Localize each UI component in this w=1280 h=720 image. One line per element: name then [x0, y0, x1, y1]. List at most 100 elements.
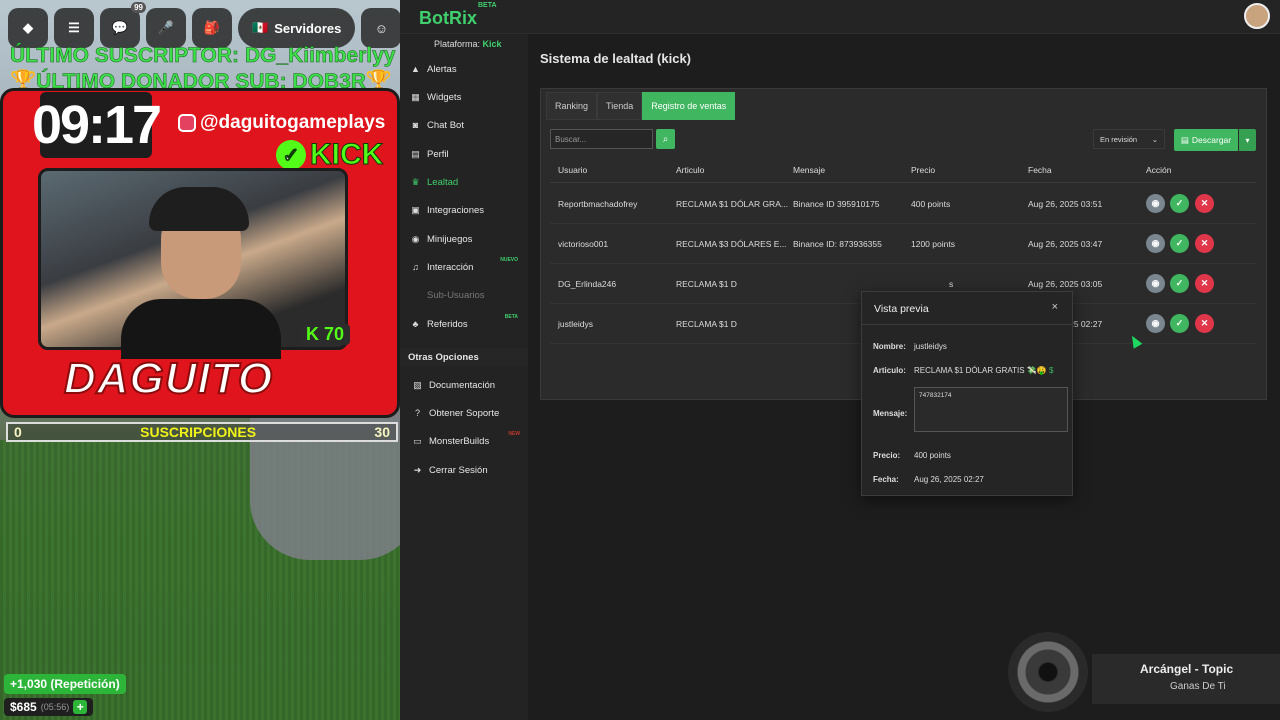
search-button[interactable]: ⌕	[656, 129, 675, 149]
table-row: Reportbmachadofrey RECLAMA $1 DÓLAR GRA.…	[550, 184, 1256, 224]
cell-price: 1200 points	[911, 239, 955, 249]
backpack-button[interactable]: 🎒	[192, 8, 232, 48]
track-title: Arcángel - Topic	[1140, 662, 1234, 676]
approve-button[interactable]: ✓	[1170, 274, 1189, 293]
modal-price-value: 400 points	[914, 451, 951, 460]
close-icon: ✕	[1200, 198, 1209, 208]
cell-price: 400 points	[911, 199, 951, 209]
reject-button[interactable]: ✕	[1195, 194, 1214, 213]
close-modal-button[interactable]: ×	[1052, 301, 1058, 313]
reject-button[interactable]: ✕	[1195, 314, 1214, 333]
tab-tienda[interactable]: Tienda	[597, 92, 643, 120]
sidebar-item-interaccion[interactable]: ♫ Interacción NUEVO	[410, 257, 528, 277]
sidebar-item-label: Sub-Usuarios	[427, 289, 485, 301]
sidebar-item-integraciones[interactable]: ▣ Integraciones	[410, 200, 528, 220]
approve-button[interactable]: ✓	[1170, 234, 1189, 253]
sidebar-item-monsterbuilds[interactable]: ▭ MonsterBuilds NEW	[412, 431, 530, 451]
chevron-down-icon: ⌄	[1151, 134, 1158, 144]
last-subscriber-ticker: ÚLTIMO SUSCRIPTOR: DG_Kiimberlyy	[10, 44, 396, 68]
sidebar-item-label: Widgets	[427, 91, 462, 103]
balance-display: $685 (05:56) +	[4, 698, 94, 716]
servers-label: Servidores	[274, 20, 342, 36]
modal-name-label: Nombre:	[873, 342, 906, 351]
approve-button[interactable]: ✓	[1170, 314, 1189, 333]
track-artist: Ganas De Ti	[1170, 681, 1226, 692]
column-header[interactable]: Fecha	[1028, 165, 1052, 175]
sidebar-item-alertas[interactable]: ▲ Alertas	[410, 59, 528, 79]
sidebar-item-documentacion[interactable]: ▧ Documentación	[412, 375, 530, 395]
user-avatar[interactable]	[1244, 3, 1270, 29]
roblox-logo-button[interactable]: ◆	[8, 8, 48, 48]
gamepad-icon: ◉	[411, 233, 420, 244]
instagram-handle: @daguitogameplays	[178, 112, 385, 134]
sidebar-item-lealtad[interactable]: ♛ Lealtad	[410, 172, 528, 192]
cell-user: victorioso001	[558, 239, 609, 249]
preview-modal: Vista previa × Nombre: justleidys Articu…	[861, 291, 1073, 496]
column-header[interactable]: Precio	[911, 165, 935, 175]
download-options-button[interactable]: ▾	[1239, 129, 1256, 151]
reject-button[interactable]: ✕	[1195, 234, 1214, 253]
sidebar-item-obtener-soporte[interactable]: ? Obtener Soporte	[412, 403, 530, 423]
help-icon: ?	[414, 408, 420, 418]
check-icon: ✓	[1175, 278, 1184, 288]
sidebar-item-label: Cerrar Sesión	[429, 464, 488, 476]
sidebar-item-minijuegos[interactable]: ◉ Minijuegos	[410, 229, 528, 249]
tab-ranking[interactable]: Ranking	[546, 92, 598, 120]
music-icon: ♫	[412, 262, 419, 272]
webcam-feed	[38, 168, 348, 359]
cell-item: RECLAMA $3 DÓLARES E...	[676, 239, 787, 249]
sidebar-item-sub-usuarios[interactable]: Sub-Usuarios	[410, 285, 528, 305]
eye-icon: ◉	[1151, 278, 1160, 288]
modal-message-textarea[interactable]: 747832174	[914, 387, 1068, 432]
search-input[interactable]: Buscar...	[550, 129, 653, 149]
grid-icon: ▦	[411, 91, 420, 102]
balance-time: (05:56)	[40, 702, 70, 712]
approve-button[interactable]: ✓	[1170, 194, 1189, 213]
check-icon: ✓	[1175, 318, 1184, 328]
modal-date-label: Fecha:	[873, 475, 899, 484]
view-button[interactable]: ◉	[1146, 314, 1165, 333]
view-button[interactable]: ◉	[1146, 274, 1165, 293]
modal-item-label: Articulo:	[873, 366, 906, 375]
kick-count: 70	[324, 324, 345, 344]
sidebar: Plataforma: Kick ▲ Alertas ▦ Widgets ◙ Chat…	[400, 34, 528, 720]
chevron-down-icon: ▾	[1245, 135, 1250, 145]
servers-button[interactable]: 🇲🇽 Servidores	[238, 8, 356, 48]
sidebar-item-chat-bot[interactable]: ◙ Chat Bot	[410, 115, 528, 135]
menu-button[interactable]: ☰	[54, 8, 94, 48]
sidebar-item-label: Chat Bot	[427, 119, 464, 131]
mic-icon[interactable]: 🎤	[146, 8, 186, 48]
download-button[interactable]: ▤ Descargar	[1174, 129, 1238, 151]
sub-goal-min: 0	[14, 424, 22, 440]
botrix-logo[interactable]: BotRixBETA	[419, 2, 497, 29]
view-button[interactable]: ◉	[1146, 234, 1165, 253]
column-header[interactable]: Mensaje	[793, 165, 825, 175]
chat-button[interactable]: 💬 99	[100, 2, 146, 48]
add-balance-button[interactable]: +	[73, 700, 88, 714]
column-header[interactable]: Articulo	[676, 165, 704, 175]
check-icon: ✓	[276, 140, 306, 170]
column-header[interactable]: Usuario	[558, 165, 587, 175]
cell-message: Binance ID 395910175	[793, 199, 880, 209]
other-options-header: Otras Opciones	[400, 348, 528, 366]
balance-value: $685	[10, 700, 37, 714]
eye-icon: ◉	[1151, 238, 1160, 248]
search-icon: ⌕	[662, 133, 669, 145]
page-title: Sistema de lealtad (kick)	[540, 51, 692, 66]
sidebar-item-perfil[interactable]: ▤ Perfil	[410, 144, 528, 164]
cell-item: RECLAMA $1 D	[676, 319, 737, 329]
sidebar-item-referidos[interactable]: ♣ Referidos BETA	[410, 314, 528, 334]
sidebar-item-cerrar-sesion[interactable]: ➜ Cerrar Sesión	[412, 460, 530, 480]
sidebar-item-widgets[interactable]: ▦ Widgets	[410, 87, 528, 107]
tab-registro-de-ventas[interactable]: Registro de ventas	[642, 92, 736, 120]
overlay-clock: 09:17	[32, 92, 162, 158]
modal-date-value: Aug 26, 2025 02:27	[914, 475, 984, 484]
view-button[interactable]: ◉	[1146, 194, 1165, 213]
table-row: victorioso001 RECLAMA $3 DÓLARES E... Bi…	[550, 224, 1256, 264]
reject-button[interactable]: ✕	[1195, 274, 1214, 293]
trophy-icon: ♛	[411, 176, 420, 187]
emote-button[interactable]: ☺	[361, 8, 400, 48]
money-emoji-icon: 💸🤑 $	[1026, 366, 1054, 375]
status-filter-select[interactable]: En revisión ⌄	[1093, 129, 1165, 149]
users-icon	[410, 290, 421, 301]
